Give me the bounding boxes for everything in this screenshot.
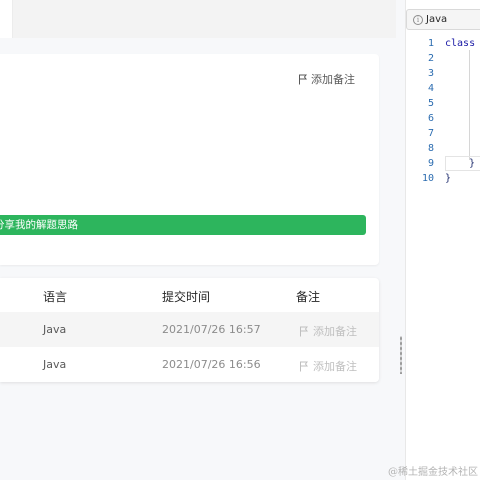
line-number: 6 [427,113,434,124]
flag-icon [299,74,307,84]
row-time: 2021/07/26 16:56 [162,358,261,371]
row-add-note-button[interactable]: 添加备注 [299,323,357,339]
table-row[interactable]: Java 2021/07/26 16:57 添加备注 [0,312,379,347]
info-icon: i [413,14,423,25]
line-number: 1 [427,38,434,49]
language-select[interactable]: i Java [406,9,480,30]
indent-guide [469,50,470,160]
header-note: 备注 [296,290,321,304]
top-tab[interactable] [0,0,13,38]
row-language: Java [43,323,67,336]
code-line: } [469,158,476,169]
submissions-table: 语言 提交时间 备注 Java 2021/07/26 16:57 添加备注 Ja… [0,278,379,382]
tab-bar [13,0,396,38]
line-number: 4 [427,83,434,94]
row-time: 2021/07/26 16:57 [162,323,261,336]
table-header: 语言 提交时间 备注 [0,278,379,312]
share-solution-label: 分享我的解题思路 [0,219,78,231]
header-language: 语言 [43,290,68,304]
code-line: class [445,38,476,49]
code-line: } [445,173,452,184]
row-note-label: 添加备注 [313,360,357,373]
share-solution-button[interactable]: 分享我的解题思路 [0,215,366,235]
row-language: Java [43,358,67,371]
header-submit-time: 提交时间 [162,290,211,304]
row-note-label: 添加备注 [313,325,357,338]
line-number: 7 [427,128,434,139]
watermark: @稀土掘金技术社区 [388,467,478,478]
line-number: 8 [427,143,434,154]
table-row[interactable]: Java 2021/07/26 16:56 添加备注 [0,347,379,382]
flag-icon [300,326,308,336]
row-add-note-button[interactable]: 添加备注 [299,358,357,374]
panel-splitter[interactable] [396,0,405,480]
line-number: 10 [421,173,434,184]
flag-icon [300,361,308,371]
line-number: 5 [427,98,434,109]
line-number: 2 [427,53,434,64]
add-note-button[interactable]: 添加备注 [298,71,355,87]
language-select-value: Java [426,14,448,25]
line-number: 9 [427,158,434,169]
drag-handle[interactable] [400,336,402,374]
add-note-label: 添加备注 [311,73,355,86]
notes-card: 添加备注 分享我的解题思路 [0,54,379,265]
line-number: 3 [427,68,434,79]
